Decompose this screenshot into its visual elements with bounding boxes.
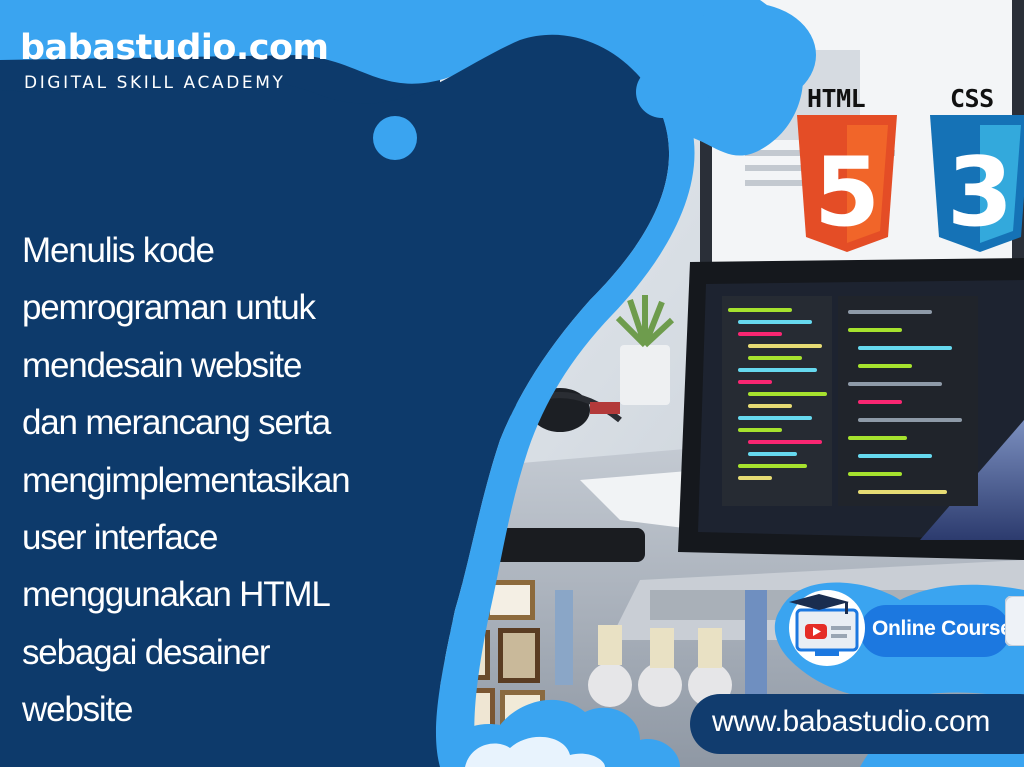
- brand-logo-title: babastudio.com: [20, 28, 329, 68]
- description-line: website: [22, 690, 133, 730]
- description-line: user interface: [22, 518, 218, 558]
- description-line: mendesain website: [22, 345, 302, 385]
- brand-tagline: DIGITAL SKILL ACADEMY: [24, 73, 286, 93]
- description-line: mengimplementasikan: [22, 460, 351, 500]
- description-line: pemrograman untuk: [22, 288, 316, 328]
- css3-shield-icon: 3: [930, 115, 1024, 252]
- website-url[interactable]: www.babastudio.com: [712, 705, 990, 739]
- css-badge-label: CSS: [950, 84, 994, 113]
- course-description: Menulis kode pemrograman untuk mendesain…: [22, 222, 392, 739]
- description-line: Menulis kode: [22, 231, 215, 270]
- html5-shield-icon: 5: [797, 115, 897, 252]
- description-line: dan merancang serta: [22, 403, 331, 443]
- description-line: menggunakan HTML: [22, 575, 331, 615]
- online-course-label: Online Course: [872, 617, 1012, 640]
- description-line: sebagai desainer: [22, 632, 271, 672]
- html5-number: 5: [814, 138, 880, 248]
- css3-number: 3: [947, 138, 1013, 248]
- html-badge-label: HTML: [807, 84, 866, 113]
- online-course-side-card: [1005, 596, 1024, 646]
- promo-banner: babastudio.com DIGITAL SKILL ACADEMY Men…: [0, 0, 1024, 767]
- online-course-monitor-icon: [789, 590, 865, 666]
